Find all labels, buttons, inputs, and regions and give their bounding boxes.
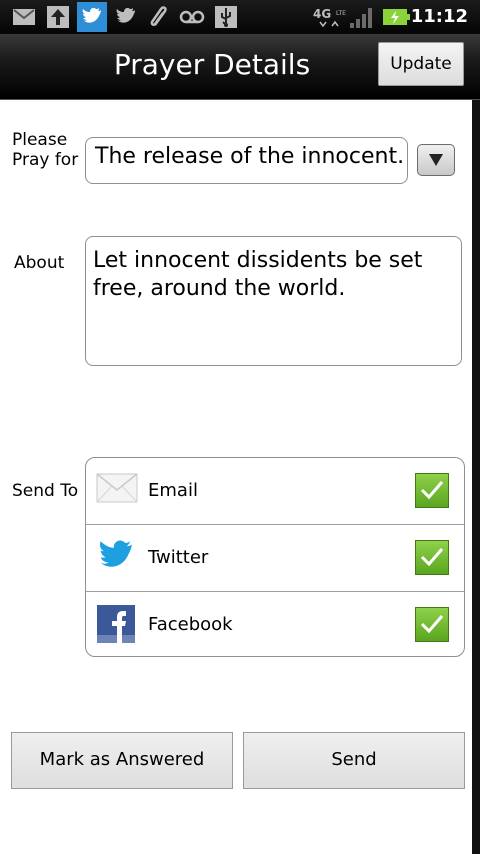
send-to-label: Send To [12,481,79,501]
attachment-icon [147,5,171,29]
send-option-label: Twitter [148,547,209,568]
pray-for-label: Please Pray for [12,130,79,170]
check-icon [420,481,444,500]
title-bar: Prayer Details Update [0,34,480,100]
status-bar: 4G LTE 11:12 [0,0,480,34]
pray-for-value: The release of the innocent. [95,144,405,169]
4g-lte-icon: 4G LTE [312,5,348,29]
email-icon [96,472,138,512]
send-option-facebook[interactable]: Facebook [86,591,464,656]
usb-icon [214,5,238,29]
pray-for-dropdown-button[interactable] [417,144,455,176]
svg-text:4G: 4G [313,7,331,21]
battery-charging-icon [382,5,412,29]
twitter-notification-icon [77,2,107,32]
check-icon [420,615,444,634]
pray-for-input[interactable]: The release of the innocent. [85,137,408,184]
twitter-icon [97,538,137,578]
send-option-twitter[interactable]: Twitter [86,524,464,591]
scroll-edge [472,100,480,854]
twitter-icon [114,5,138,29]
email-checkbox[interactable] [415,473,449,508]
facebook-icon [97,605,137,645]
send-to-list: Email Twitter Facebook [85,457,465,657]
send-option-label: Facebook [148,614,233,635]
facebook-checkbox[interactable] [415,607,449,642]
signal-icon [348,5,376,29]
about-label: About [14,253,65,273]
status-time: 11:12 [410,6,468,27]
mark-answered-button[interactable]: Mark as Answered [11,732,233,789]
send-button[interactable]: Send [243,732,465,789]
upload-icon [46,5,70,29]
svg-text:LTE: LTE [336,10,346,17]
send-option-email[interactable]: Email [86,458,464,525]
check-icon [420,548,444,567]
gmail-icon [12,5,36,29]
voicemail-icon [179,5,205,29]
triangle-down-icon [429,154,443,166]
page-title: Prayer Details [113,48,311,81]
twitter-checkbox[interactable] [415,540,449,575]
send-option-label: Email [148,480,198,501]
update-button[interactable]: Update [378,42,464,86]
about-textarea[interactable]: Let innocent dissidents be set free, aro… [85,236,462,366]
